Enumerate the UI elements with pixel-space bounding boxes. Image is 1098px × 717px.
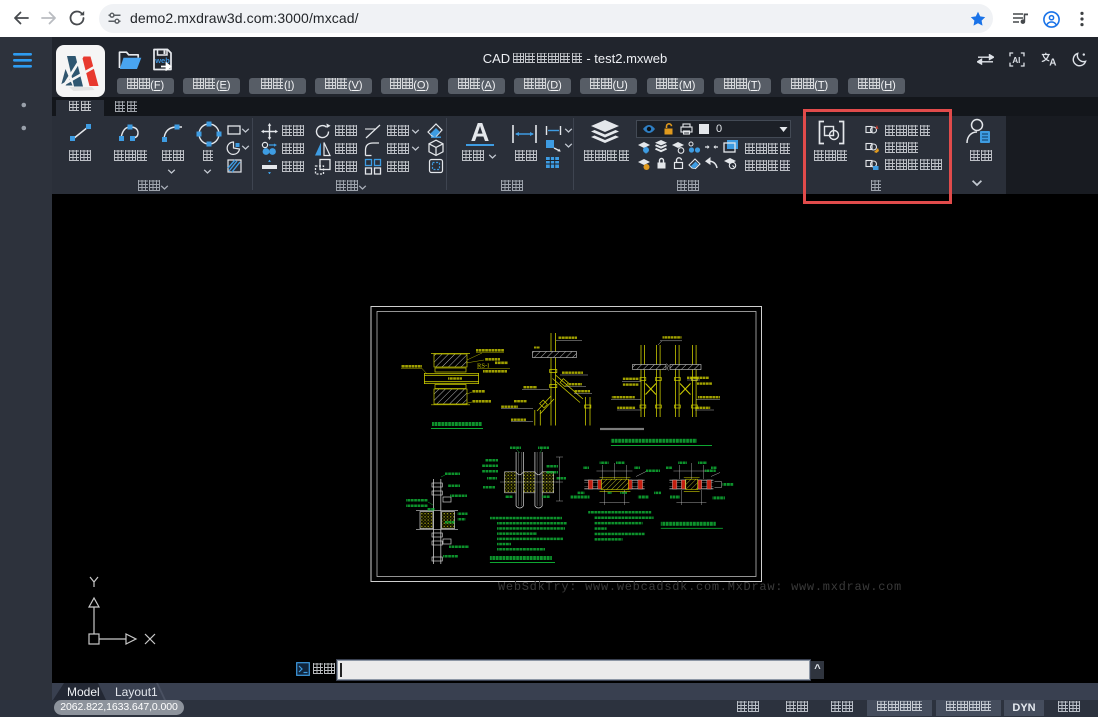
svg-text:AI: AI bbox=[1012, 56, 1020, 65]
svg-text:A: A bbox=[1049, 58, 1056, 66]
